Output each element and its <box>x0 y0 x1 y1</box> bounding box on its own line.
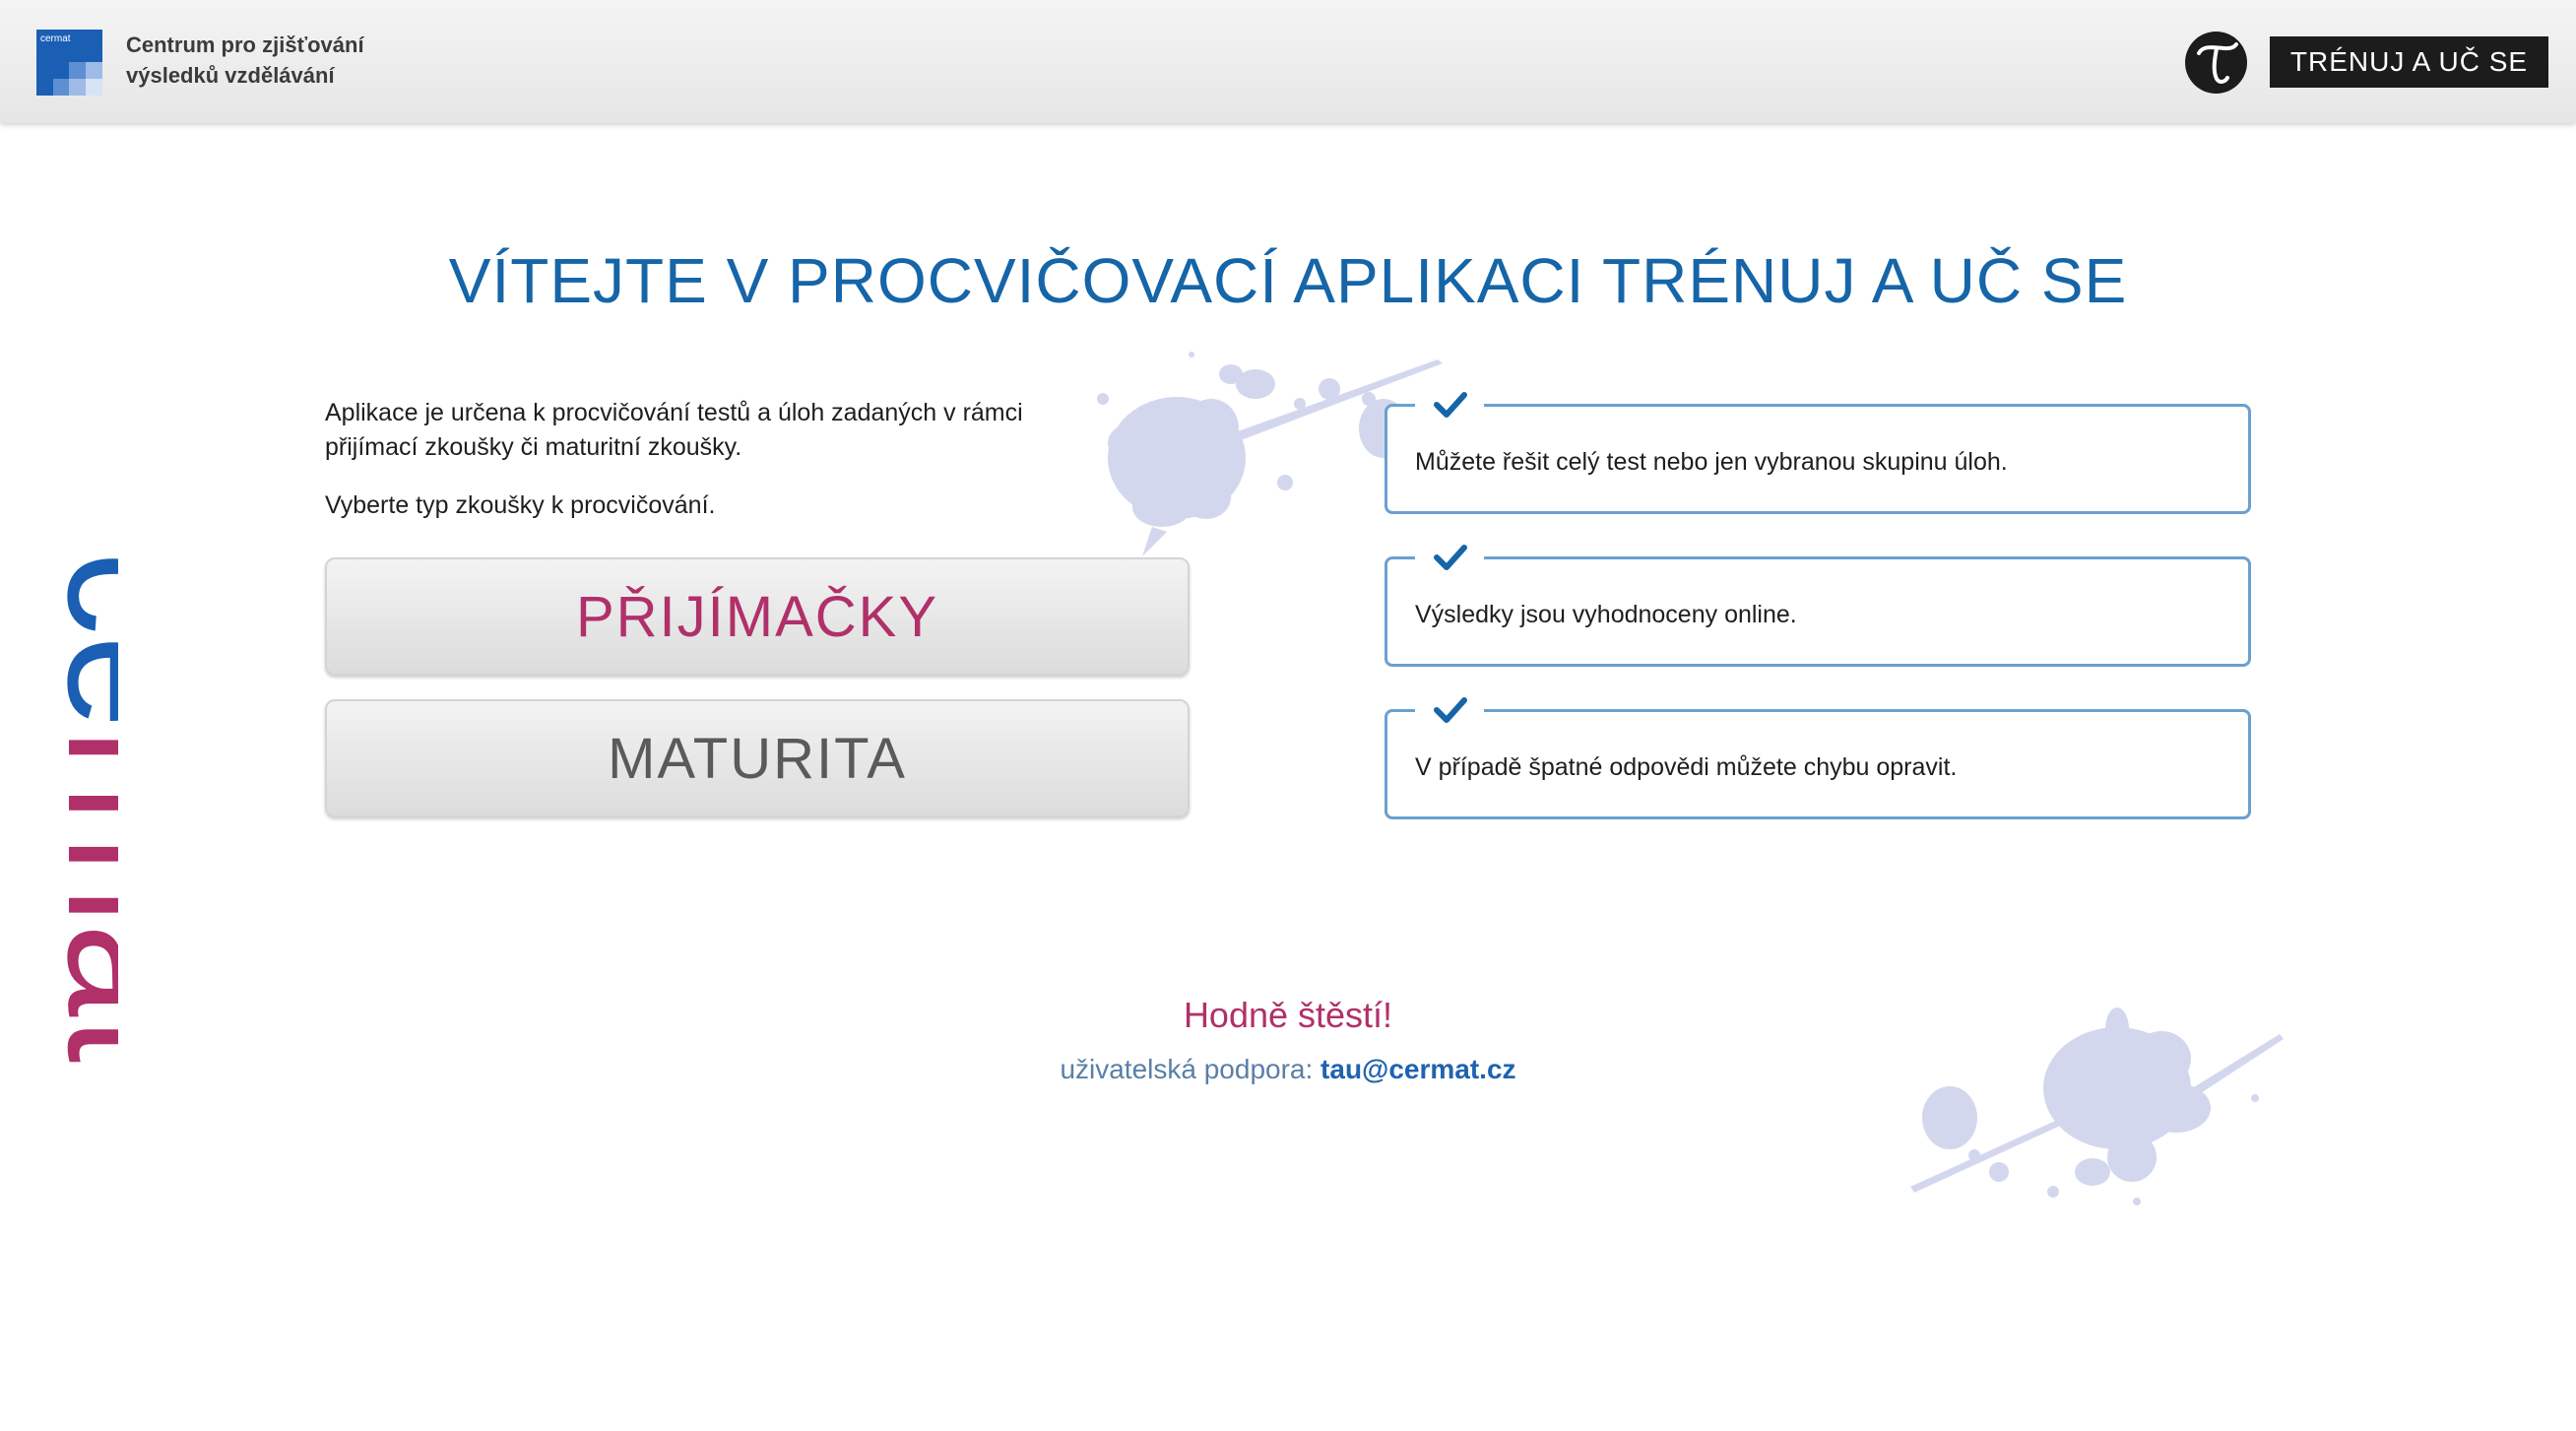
checkmark-icon <box>1415 688 1484 734</box>
maturita-button[interactable]: MATURITA <box>325 699 1190 817</box>
feature-text: Můžete řešit celý test nebo jen vybranou… <box>1415 448 2008 476</box>
organization-name: Centrum pro zjišťování výsledků vzdělává… <box>126 30 364 91</box>
good-luck-message: Hodně štěstí! <box>1183 995 1393 1035</box>
cermat-side-wordmark: cermat <box>32 552 118 1064</box>
feature-card: Výsledky jsou vyhodnoceny online. <box>1385 536 2251 667</box>
feature-text: Výsledky jsou vyhodnoceny online. <box>1415 601 1797 628</box>
intro-section: Aplikace je určena k procvičování testů … <box>325 396 1113 523</box>
choose-exam-prompt: Vyberte typ zkoušky k procvičování. <box>325 491 716 519</box>
svg-text:cermat: cermat <box>32 552 118 1064</box>
trenuj-a-uc-se-button[interactable]: TRÉNUJ A UČ SE <box>2270 36 2548 88</box>
header-bar: cermat Centrum pro zjišťování výsledků v… <box>0 0 2576 123</box>
feature-card: V případě špatné odpovědi můžete chybu o… <box>1385 688 2251 819</box>
support-line: uživatelská podpora: tau@cermat.cz <box>0 1054 2576 1085</box>
organization-name-line1: Centrum pro zjišťování <box>126 33 364 57</box>
support-email-link[interactable]: tau@cermat.cz <box>1320 1054 1516 1084</box>
feature-card: Můžete řešit celý test nebo jen vybranou… <box>1385 383 2251 514</box>
checkmark-icon <box>1415 536 1484 581</box>
support-label: uživatelská podpora: <box>1060 1054 1314 1084</box>
checkmark-icon <box>1415 383 1484 428</box>
tau-icon[interactable] <box>2185 32 2247 94</box>
organization-name-line2: výsledků vzdělávání <box>126 63 335 88</box>
feature-text: V případě špatné odpovědi můžete chybu o… <box>1415 753 1958 781</box>
page-title: VÍTEJTE V PROCVIČOVACÍ APLIKACI TRÉNUJ A… <box>448 244 2128 316</box>
prijimacky-button[interactable]: PŘIJÍMAČKY <box>325 557 1190 676</box>
intro-text: Aplikace je určena k procvičování testů … <box>325 399 1023 461</box>
logo-label: cermat <box>40 33 71 44</box>
cermat-logo[interactable]: cermat <box>36 30 102 96</box>
